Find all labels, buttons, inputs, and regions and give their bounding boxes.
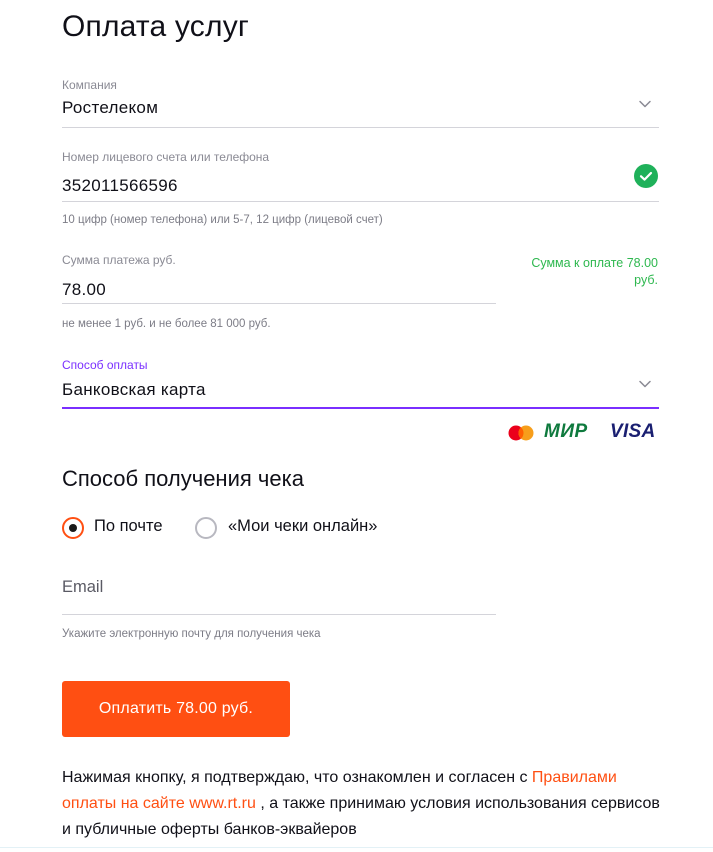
mastercard-logo	[506, 425, 536, 441]
radio-by-email[interactable]	[62, 517, 84, 539]
page-title: Оплата услуг	[62, 10, 250, 43]
radio-selected-dot	[69, 524, 77, 532]
amount-input[interactable]: 78.00	[62, 280, 106, 300]
chevron-down-icon[interactable]	[636, 95, 654, 113]
account-underline	[62, 201, 659, 202]
payment-method-value[interactable]: Банковская карта	[62, 380, 206, 400]
mir-logo: МИР	[544, 421, 588, 442]
email-input[interactable]: Email	[62, 578, 103, 597]
company-underline	[62, 127, 659, 128]
company-value[interactable]: Ростелеком	[62, 98, 158, 118]
email-underline	[62, 614, 496, 615]
visa-logo: VISA	[610, 421, 656, 442]
amount-underline	[62, 303, 496, 304]
chevron-down-icon[interactable]	[636, 375, 654, 393]
receipt-section-title: Способ получения чека	[62, 466, 304, 491]
account-hint: 10 цифр (номер телефона) или 5-7, 12 циф…	[62, 214, 383, 226]
legal-text-before: Нажимая кнопку, я подтверждаю, что ознак…	[62, 769, 532, 786]
pay-button[interactable]: Оплатить 78.00 руб.	[62, 681, 290, 737]
radio-my-receipts-online[interactable]	[195, 517, 217, 539]
amount-hint: не менее 1 руб. и не более 81 000 руб.	[62, 318, 271, 330]
company-label: Компания	[62, 78, 117, 92]
check-circle-icon	[634, 164, 658, 188]
total-amount-note: Сумма к оплате 78.00 руб.	[531, 256, 658, 287]
radio-label-by-email[interactable]: По почте	[94, 517, 163, 536]
legal-text: Нажимая кнопку, я подтверждаю, что ознак…	[62, 765, 662, 843]
account-label: Номер лицевого счета или телефона	[62, 150, 270, 164]
payment-method-underline	[62, 407, 659, 409]
radio-label-my-receipts-online[interactable]: «Мои чеки онлайн»	[228, 517, 377, 536]
amount-label: Сумма платежа руб.	[62, 253, 176, 267]
bottom-divider	[0, 847, 713, 848]
email-hint: Укажите электронную почту для получения …	[62, 628, 321, 640]
payment-method-label: Способ оплаты	[62, 358, 148, 372]
account-input[interactable]: 352011566596	[62, 176, 178, 196]
